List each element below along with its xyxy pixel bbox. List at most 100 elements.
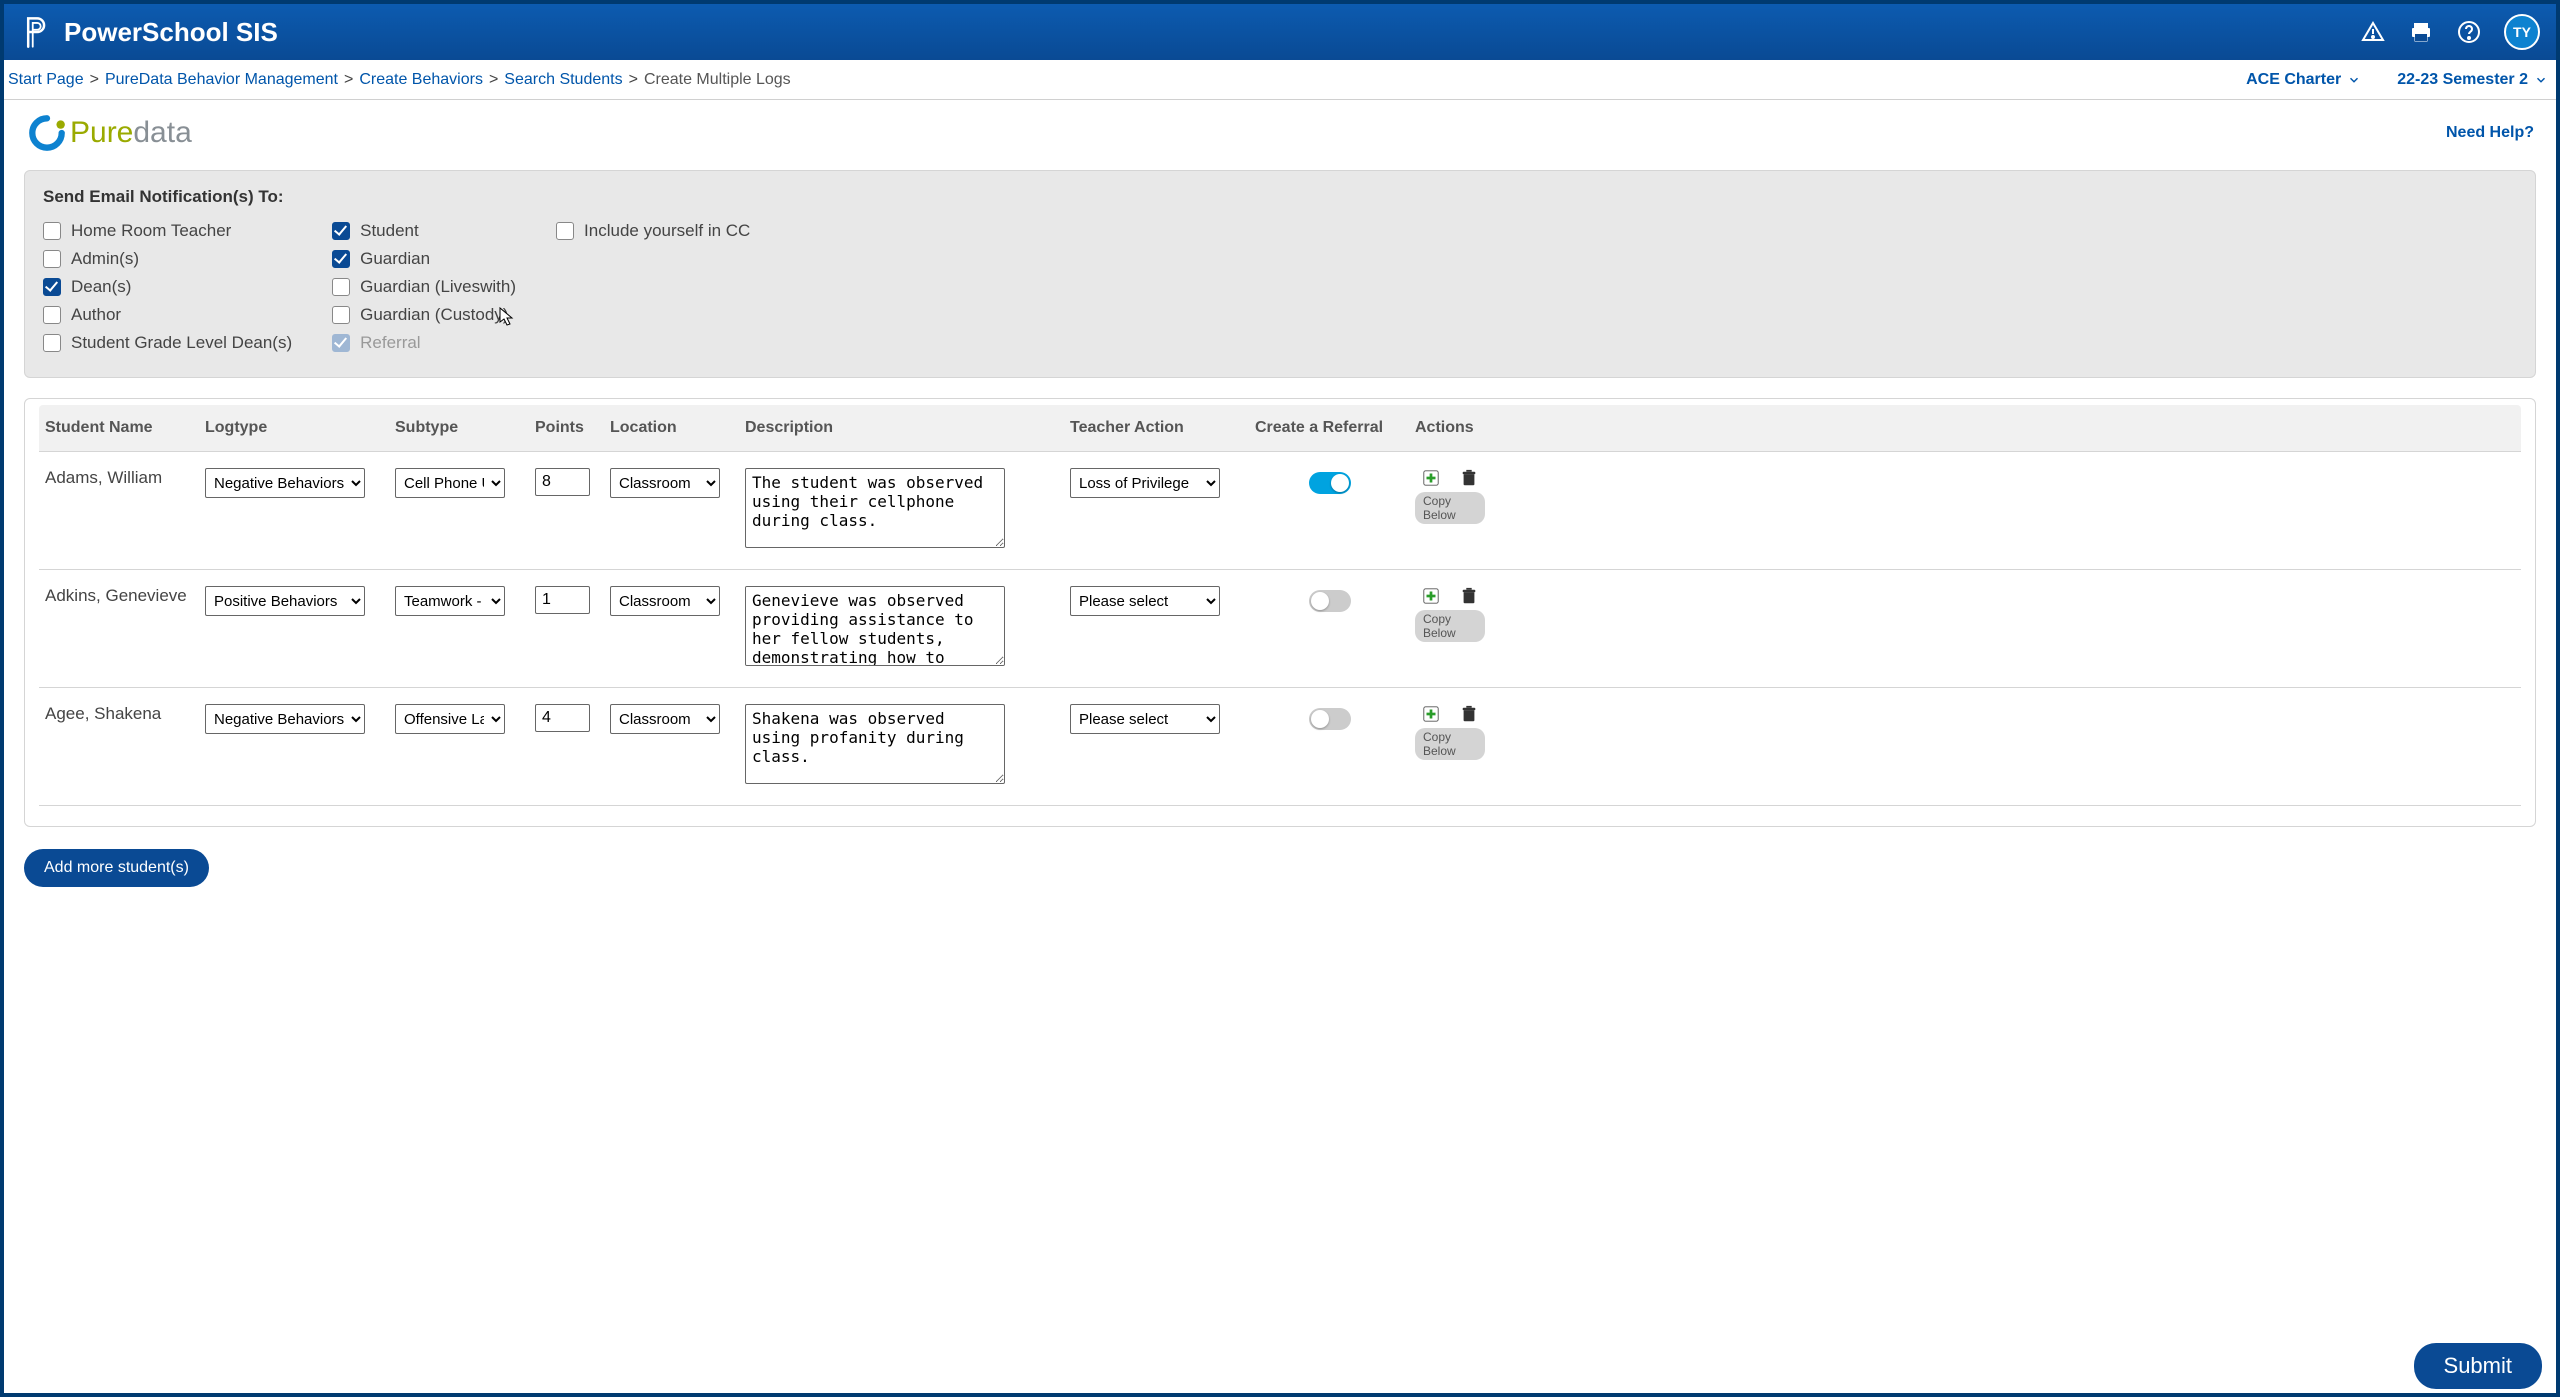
- notify-label: Author: [71, 305, 121, 325]
- delete-row-icon[interactable]: [1459, 704, 1479, 724]
- add-more-students-button[interactable]: Add more student(s): [24, 849, 209, 887]
- notify-checkbox-row[interactable]: Guardian (Liveswith): [332, 277, 516, 297]
- table-row: Agee, ShakenaNegative Behaviors Offensive…: [39, 688, 2521, 806]
- notify-label: Student: [360, 221, 419, 241]
- breadcrumb-link[interactable]: Create Behaviors: [359, 71, 483, 89]
- column-header: Subtype: [395, 419, 535, 437]
- notify-checkbox-row[interactable]: Student: [332, 221, 516, 241]
- add-row-icon[interactable]: [1421, 586, 1441, 606]
- notify-checkbox-row[interactable]: Admin(s): [43, 249, 292, 269]
- notify-checkbox-row[interactable]: Include yourself in CC: [556, 221, 750, 241]
- topbar: PowerSchool SIS TY: [4, 4, 2556, 60]
- teacher-action-select[interactable]: Please select: [1070, 586, 1220, 616]
- copy-below-button[interactable]: Copy Below: [1415, 492, 1485, 524]
- notify-label: Referral: [360, 333, 420, 353]
- notify-checkbox-row[interactable]: Dean(s): [43, 277, 292, 297]
- location-select[interactable]: Classroom: [610, 704, 720, 734]
- notify-checkbox-row[interactable]: Guardian: [332, 249, 516, 269]
- subbar: Start Page> PureData Behavior Management…: [4, 60, 2556, 100]
- term-label: 22-23 Semester 2: [2397, 71, 2528, 89]
- print-icon[interactable]: [2408, 19, 2434, 45]
- notify-checkbox[interactable]: [332, 222, 350, 240]
- student-name: Agee, Shakena: [45, 704, 205, 724]
- location-select[interactable]: Classroom: [610, 468, 720, 498]
- breadcrumb-link[interactable]: Start Page: [8, 71, 84, 89]
- description-textarea[interactable]: [745, 468, 1005, 548]
- copy-below-button[interactable]: Copy Below: [1415, 728, 1485, 760]
- notify-checkbox[interactable]: [332, 306, 350, 324]
- column-header: Teacher Action: [1070, 419, 1255, 437]
- school-label: ACE Charter: [2246, 71, 2341, 89]
- notify-label: Include yourself in CC: [584, 221, 750, 241]
- logtype-select[interactable]: Negative Behaviors: [205, 704, 365, 734]
- need-help-link[interactable]: Need Help?: [2446, 124, 2534, 142]
- subtype-select[interactable]: Cell Phone U: [395, 468, 505, 498]
- column-header: Location: [610, 419, 745, 437]
- notify-label: Student Grade Level Dean(s): [71, 333, 292, 353]
- teacher-action-select[interactable]: Loss of Privilege: [1070, 468, 1220, 498]
- points-input[interactable]: [535, 704, 590, 732]
- notify-checkbox[interactable]: [332, 250, 350, 268]
- delete-row-icon[interactable]: [1459, 586, 1479, 606]
- notify-checkbox-row[interactable]: Student Grade Level Dean(s): [43, 333, 292, 353]
- student-name: Adkins, Genevieve: [45, 586, 205, 606]
- submit-button[interactable]: Submit: [2414, 1343, 2542, 1389]
- notify-label: Dean(s): [71, 277, 131, 297]
- column-header: Points: [535, 419, 610, 437]
- logtype-select[interactable]: Negative Behaviors: [205, 468, 365, 498]
- add-row-icon[interactable]: [1421, 468, 1441, 488]
- breadcrumb-current: Create Multiple Logs: [644, 71, 791, 89]
- breadcrumb-link[interactable]: Search Students: [504, 71, 622, 89]
- alert-icon[interactable]: [2360, 19, 2386, 45]
- breadcrumb: Start Page> PureData Behavior Management…: [8, 71, 791, 89]
- notify-checkbox-row[interactable]: Author: [43, 305, 292, 325]
- description-textarea[interactable]: [745, 586, 1005, 666]
- chevron-down-icon: [2347, 73, 2361, 87]
- notify-label: Guardian (Liveswith): [360, 277, 516, 297]
- copy-below-button[interactable]: Copy Below: [1415, 610, 1485, 642]
- subtype-select[interactable]: Teamwork -: [395, 586, 505, 616]
- column-header: Create a Referral: [1255, 419, 1415, 437]
- puredata-logo: Puredata: [26, 112, 192, 154]
- description-textarea[interactable]: [745, 704, 1005, 784]
- log-grid: Student NameLogtypeSubtypePointsLocation…: [24, 398, 2536, 827]
- notify-label: Guardian (Custody): [360, 305, 508, 325]
- add-row-icon[interactable]: [1421, 704, 1441, 724]
- notify-checkbox[interactable]: [43, 222, 61, 240]
- column-header: Actions: [1415, 419, 1495, 437]
- column-header: Logtype: [205, 419, 395, 437]
- column-header: Student Name: [45, 419, 205, 437]
- delete-row-icon[interactable]: [1459, 468, 1479, 488]
- help-icon[interactable]: [2456, 19, 2482, 45]
- notify-label: Guardian: [360, 249, 430, 269]
- notify-checkbox[interactable]: [556, 222, 574, 240]
- notify-checkbox-row[interactable]: Home Room Teacher: [43, 221, 292, 241]
- notify-checkbox[interactable]: [43, 278, 61, 296]
- content-area: Puredata Need Help? Send Email Notificat…: [4, 100, 2556, 1393]
- notify-checkbox[interactable]: [332, 278, 350, 296]
- notify-checkbox-row[interactable]: Guardian (Custody): [332, 305, 516, 325]
- panel-title: Send Email Notification(s) To:: [43, 187, 2517, 207]
- student-name: Adams, William: [45, 468, 205, 488]
- notify-checkbox[interactable]: [43, 334, 61, 352]
- term-dropdown[interactable]: 22-23 Semester 2: [2397, 71, 2548, 89]
- points-input[interactable]: [535, 468, 590, 496]
- app-title: PowerSchool SIS: [64, 17, 278, 48]
- referral-toggle[interactable]: [1309, 472, 1351, 494]
- user-avatar[interactable]: TY: [2504, 14, 2540, 50]
- powerschool-logo-icon: [20, 14, 50, 50]
- notify-checkbox[interactable]: [43, 306, 61, 324]
- referral-toggle[interactable]: [1309, 708, 1351, 730]
- teacher-action-select[interactable]: Please select: [1070, 704, 1220, 734]
- chevron-down-icon: [2534, 73, 2548, 87]
- notify-checkbox[interactable]: [43, 250, 61, 268]
- referral-toggle[interactable]: [1309, 590, 1351, 612]
- breadcrumb-link[interactable]: PureData Behavior Management: [105, 71, 338, 89]
- school-dropdown[interactable]: ACE Charter: [2246, 71, 2361, 89]
- location-select[interactable]: Classroom: [610, 586, 720, 616]
- points-input[interactable]: [535, 586, 590, 614]
- subtype-select[interactable]: Offensive La: [395, 704, 505, 734]
- logtype-select[interactable]: Positive Behaviors: [205, 586, 365, 616]
- table-row: Adams, WilliamNegative Behaviors Cell Pho…: [39, 452, 2521, 570]
- puredata-swirl-icon: [26, 112, 68, 154]
